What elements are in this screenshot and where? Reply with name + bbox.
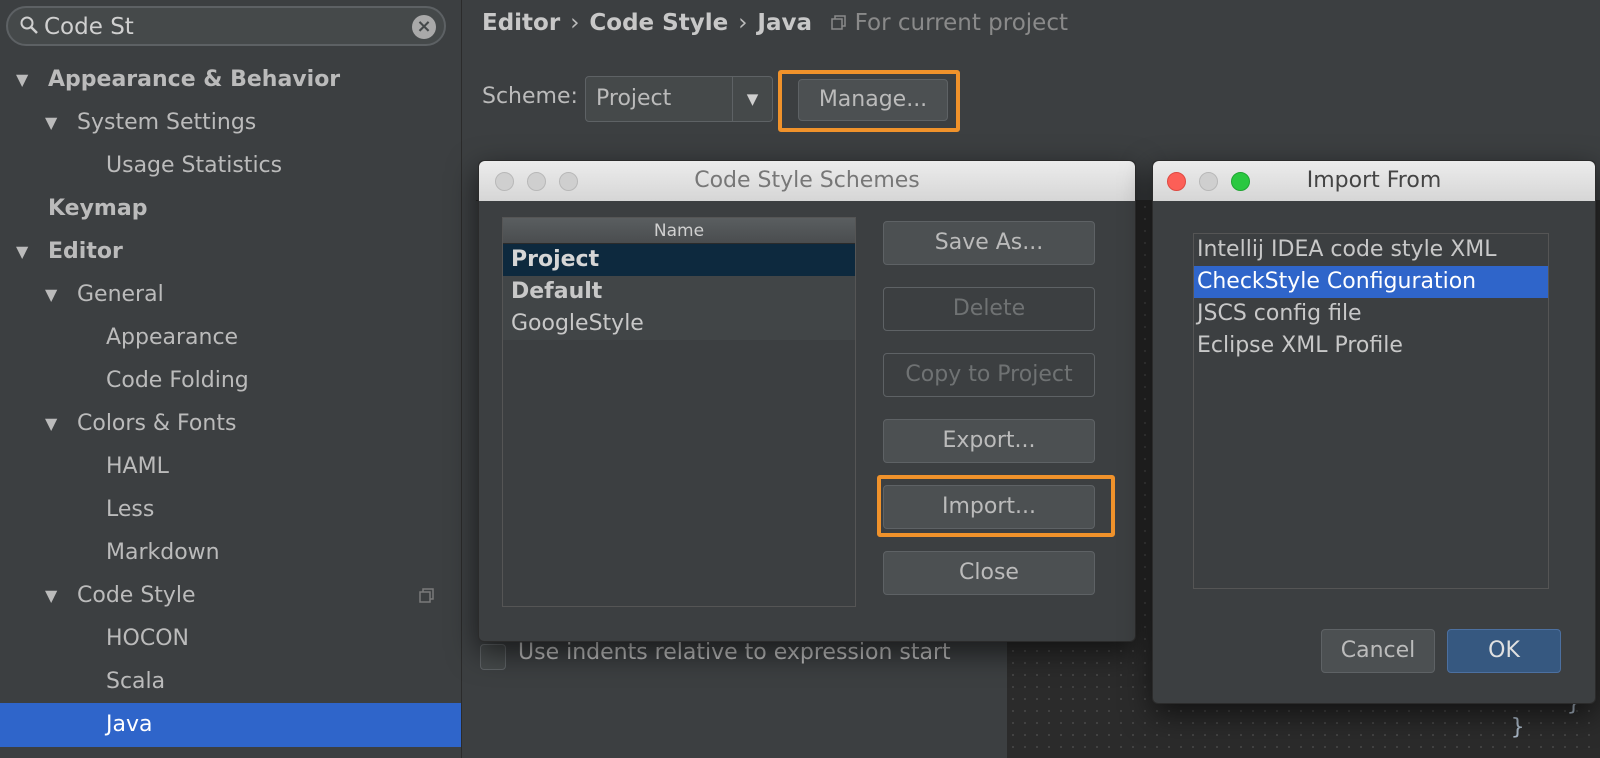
tree-item-label: Editor xyxy=(48,239,123,264)
tree-item-label: Java xyxy=(106,712,153,737)
breadcrumb-code-style[interactable]: Code Style xyxy=(589,10,728,36)
tree-item-hocon[interactable]: HOCON xyxy=(0,617,461,661)
copy-to-project-button[interactable]: Copy to Project xyxy=(883,353,1095,397)
expand-arrow-icon[interactable]: ▼ xyxy=(16,230,28,274)
scheme-label: Scheme: xyxy=(482,84,578,109)
manage-button[interactable]: Manage... xyxy=(798,79,948,121)
tree-item-label: HAML xyxy=(106,454,169,479)
import-button[interactable]: Import... xyxy=(883,485,1095,529)
import-option-intellij-xml[interactable]: Intellij IDEA code style XML xyxy=(1194,234,1548,266)
tree-item-code-folding[interactable]: Code Folding xyxy=(0,359,461,403)
import-option-eclipse-xml[interactable]: Eclipse XML Profile xyxy=(1194,330,1548,362)
tree-item-label: Appearance & Behavior xyxy=(48,67,341,92)
tree-item-less[interactable]: Less xyxy=(0,488,461,532)
tree-item-keymap[interactable]: Keymap xyxy=(0,187,461,231)
breadcrumb: Editor › Code Style › Java For current proje… xyxy=(482,10,1068,36)
tree-item-label: Scala xyxy=(106,669,166,694)
tree-item-editor[interactable]: ▼ Editor xyxy=(0,230,461,274)
minimize-window-icon[interactable] xyxy=(527,172,546,191)
close-window-icon[interactable] xyxy=(1167,172,1186,191)
indent-option-label: Use indents relative to expression start xyxy=(518,640,951,665)
ok-button[interactable]: OK xyxy=(1447,629,1561,673)
tree-item-label: General xyxy=(77,282,164,307)
tree-item-label: Markdown xyxy=(106,540,220,565)
save-as-button[interactable]: Save As... xyxy=(883,221,1095,265)
scheme-value: Project xyxy=(596,86,672,111)
scheme-row-googlestyle[interactable]: GoogleStyle xyxy=(503,308,855,340)
zoom-window-icon[interactable] xyxy=(1231,172,1250,191)
scope-label: For current project xyxy=(854,10,1068,36)
cancel-button[interactable]: Cancel xyxy=(1321,629,1435,673)
expand-arrow-icon[interactable]: ▼ xyxy=(16,58,28,102)
export-button[interactable]: Export... xyxy=(883,419,1095,463)
scheme-row-default[interactable]: Default xyxy=(503,276,855,308)
zoom-window-icon[interactable] xyxy=(559,172,578,191)
search-input[interactable]: Code St xyxy=(44,14,134,40)
tree-item-scala[interactable]: Scala xyxy=(0,660,461,704)
tree-item-label: Keymap xyxy=(48,196,148,221)
close-window-icon[interactable] xyxy=(495,172,514,191)
scheme-dropdown[interactable]: Project ▼ xyxy=(585,76,773,122)
settings-sidebar: Code St × ▼ Appearance & Behavior ▼ Syst… xyxy=(0,0,462,758)
clear-search-icon[interactable]: × xyxy=(412,15,436,39)
expand-arrow-icon[interactable]: ▼ xyxy=(45,574,57,618)
search-field[interactable]: Code St × xyxy=(6,6,446,46)
dialog-title: Code Style Schemes xyxy=(694,168,920,193)
chevron-down-icon[interactable]: ▼ xyxy=(732,77,772,121)
delete-button[interactable]: Delete xyxy=(883,287,1095,331)
import-option-jscs[interactable]: JSCS config file xyxy=(1194,298,1548,330)
indent-checkbox[interactable] xyxy=(480,644,506,670)
expand-arrow-icon[interactable]: ▼ xyxy=(45,101,57,145)
tree-item-label: Code Folding xyxy=(106,368,249,393)
import-from-dialog: Import From Intellij IDEA code style XML… xyxy=(1152,160,1596,704)
tree-item-appearance[interactable]: Appearance xyxy=(0,316,461,360)
tree-item-usage-statistics[interactable]: Usage Statistics xyxy=(0,144,461,188)
expand-arrow-icon[interactable]: ▼ xyxy=(45,402,57,446)
import-option-checkstyle[interactable]: CheckStyle Configuration xyxy=(1194,266,1548,298)
dialog-title: Import From xyxy=(1306,168,1442,193)
scheme-row-project[interactable]: Project xyxy=(503,244,855,276)
breadcrumb-separator: › xyxy=(738,10,748,36)
tree-item-code-style[interactable]: ▼ Code Style xyxy=(0,574,461,618)
tree-item-label: Colors & Fonts xyxy=(77,411,237,436)
column-header-name[interactable]: Name xyxy=(503,218,855,244)
project-scope-icon xyxy=(831,15,847,30)
expand-arrow-icon[interactable]: ▼ xyxy=(45,273,57,317)
tree-item-label: Usage Statistics xyxy=(106,153,283,178)
breadcrumb-editor[interactable]: Editor xyxy=(482,10,560,36)
dialog-titlebar: Import From xyxy=(1153,161,1595,201)
import-options-list[interactable]: Intellij IDEA code style XML CheckStyle … xyxy=(1193,233,1549,589)
close-button[interactable]: Close xyxy=(883,551,1095,595)
search-icon xyxy=(20,16,38,34)
tree-item-label: Appearance xyxy=(106,325,239,350)
tree-item-label: Code Style xyxy=(77,583,196,608)
tree-item-markdown[interactable]: Markdown xyxy=(0,531,461,575)
tree-item-system-settings[interactable]: ▼ System Settings xyxy=(0,101,461,145)
dialog-titlebar: Code Style Schemes xyxy=(479,161,1135,201)
code-style-schemes-dialog: Code Style Schemes Name Project Default … xyxy=(478,160,1136,642)
tree-item-label: HOCON xyxy=(106,626,189,651)
tree-item-appearance-behavior[interactable]: ▼ Appearance & Behavior xyxy=(0,58,461,102)
minimize-window-icon[interactable] xyxy=(1199,172,1218,191)
tree-item-label: System Settings xyxy=(77,110,257,135)
tree-item-colors-fonts[interactable]: ▼ Colors & Fonts xyxy=(0,402,461,446)
tree-item-java[interactable]: Java xyxy=(0,703,461,747)
breadcrumb-separator: › xyxy=(570,10,580,36)
tree-item-label: Less xyxy=(106,497,155,522)
code-brace: } xyxy=(1511,715,1525,740)
tree-item-haml[interactable]: HAML xyxy=(0,445,461,489)
schemes-list[interactable]: Name Project Default GoogleStyle xyxy=(502,217,856,607)
project-scope-icon xyxy=(419,588,434,603)
breadcrumb-java: Java xyxy=(757,10,812,36)
tree-item-general[interactable]: ▼ General xyxy=(0,273,461,317)
